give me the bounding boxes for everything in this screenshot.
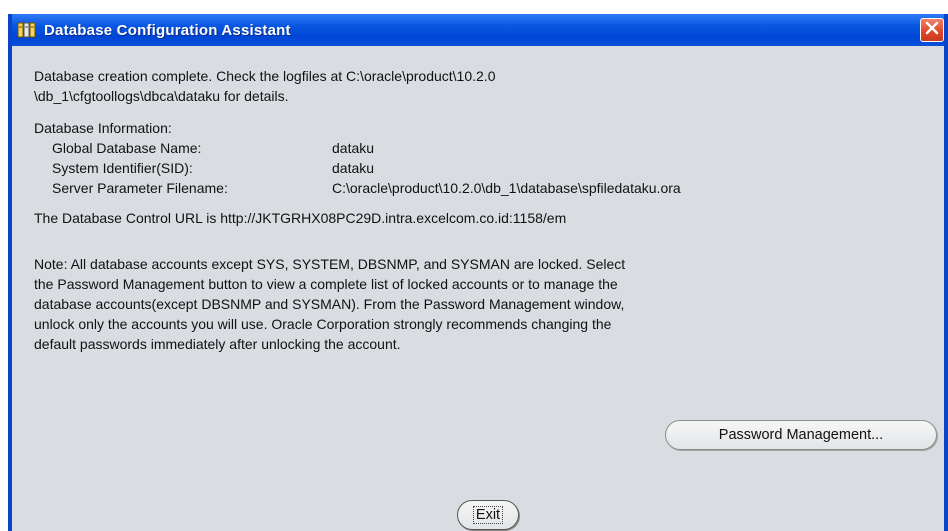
password-management-button[interactable]: Password Management... bbox=[665, 420, 937, 450]
message-area: Database creation complete. Check the lo… bbox=[34, 66, 934, 354]
info-row-global-name: Global Database Name: dataku bbox=[34, 138, 934, 158]
note-line: the Password Management button to view a… bbox=[34, 276, 618, 292]
completion-message-line-2: \db_1\cfgtoollogs\dbca\dataku for detail… bbox=[34, 88, 289, 104]
close-icon bbox=[925, 21, 939, 40]
database-info-heading: Database Information: bbox=[34, 120, 172, 136]
info-row-spfile: Server Parameter Filename: C:\oracle\pro… bbox=[34, 178, 934, 198]
note-line: database accounts(except DBSNMP and SYSM… bbox=[34, 296, 625, 312]
exit-button[interactable]: Exit bbox=[457, 500, 519, 530]
exit-button-label: Exit bbox=[472, 506, 504, 524]
completion-message-line-1: Database creation complete. Check the lo… bbox=[34, 68, 496, 84]
database-app-icon bbox=[16, 20, 38, 40]
title-bar[interactable]: Database Configuration Assistant bbox=[12, 14, 944, 46]
info-value: C:\oracle\product\10.2.0\db_1\database\s… bbox=[332, 180, 681, 196]
dbca-dialog: Database Configuration Assistant Databas… bbox=[8, 14, 948, 531]
note-line: unlock only the accounts you will use. O… bbox=[34, 316, 612, 332]
close-button[interactable] bbox=[920, 18, 944, 42]
info-value: dataku bbox=[332, 140, 375, 156]
info-label: Global Database Name: bbox=[52, 140, 202, 156]
info-value: dataku bbox=[332, 160, 375, 176]
note-line: Note: All database accounts except SYS, … bbox=[34, 256, 626, 272]
note-line: default passwords immediately after unlo… bbox=[34, 336, 401, 352]
window-title: Database Configuration Assistant bbox=[44, 21, 291, 39]
info-label: Server Parameter Filename: bbox=[52, 180, 228, 196]
info-row-sid: System Identifier(SID): dataku bbox=[34, 158, 934, 178]
info-label: System Identifier(SID): bbox=[52, 160, 193, 176]
control-url-text: The Database Control URL is http://JKTGR… bbox=[34, 210, 567, 226]
